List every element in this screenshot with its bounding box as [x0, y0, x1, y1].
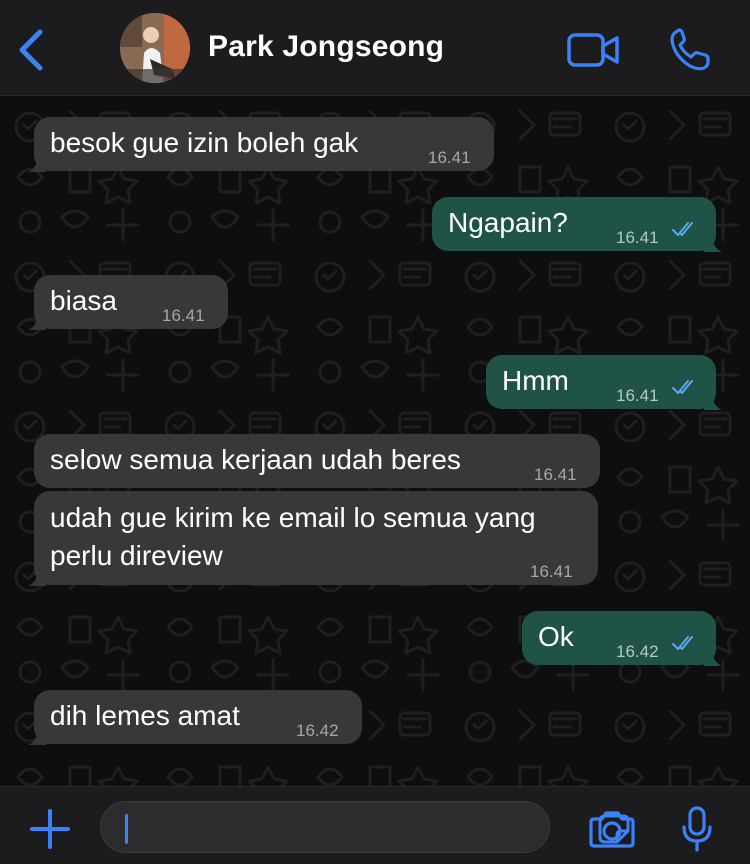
message-bubble-outgoing[interactable]: Hmm 16.41 [486, 355, 722, 410]
message-time: 16.41 [530, 562, 573, 581]
chevron-left-icon [19, 29, 43, 71]
message-text: Ok [538, 621, 574, 652]
message-bubble-incoming[interactable]: selow semua kerjaan udah beres 16.41 [34, 434, 600, 488]
message-time: 16.41 [616, 386, 659, 405]
message-text: udah gue kirim ke email lo semua yang [50, 502, 536, 533]
attach-button[interactable] [28, 807, 72, 851]
message-composer [0, 786, 750, 864]
bubble-tail [28, 727, 46, 745]
bubble-tail [704, 234, 722, 252]
bubble-tail [704, 648, 722, 666]
message-time: 16.41 [616, 228, 659, 247]
voice-call-button[interactable] [668, 28, 714, 72]
bubble-tail [28, 154, 46, 172]
message-text: perlu direview [50, 540, 223, 571]
video-call-button[interactable] [566, 30, 622, 70]
message-bubble-outgoing[interactable]: Ok 16.42 [522, 611, 722, 666]
message-bubble-incoming[interactable]: udah gue kirim ke email lo semua yang pe… [28, 491, 598, 586]
camera-icon [589, 811, 635, 848]
message-text: Hmm [502, 365, 569, 396]
chat-header: Park Jongseong [0, 0, 750, 96]
message-text: selow semua kerjaan udah beres [50, 444, 461, 475]
message-text: besok gue izin boleh gak [50, 127, 359, 158]
message-time: 16.41 [162, 306, 205, 325]
back-button[interactable] [14, 28, 50, 72]
double-check-icon [672, 636, 693, 650]
camera-button[interactable] [588, 809, 636, 849]
message-time: 16.42 [296, 721, 339, 740]
bubble-tail [28, 568, 46, 586]
double-check-icon [672, 380, 693, 394]
message-time: 16.42 [616, 642, 659, 661]
avatar-photo [120, 13, 190, 83]
message-input[interactable] [100, 801, 630, 853]
message-list[interactable]: besok gue izin boleh gak 16.41 Ngapain? … [0, 97, 750, 786]
message-text: dih lemes amat [50, 700, 240, 731]
message-text: biasa [50, 285, 117, 316]
message-text: Ngapain? [448, 207, 568, 238]
message-time: 16.41 [428, 148, 471, 167]
text-cursor [125, 814, 128, 844]
plus-icon [30, 809, 70, 849]
message-bubble-incoming[interactable]: biasa 16.41 [28, 275, 228, 330]
voice-message-button[interactable] [680, 805, 714, 853]
message-bubble-incoming[interactable]: besok gue izin boleh gak 16.41 [28, 117, 494, 172]
bubble-tail [28, 312, 46, 330]
bubble-tail [704, 392, 722, 410]
microphone-icon [682, 806, 712, 852]
double-check-icon [672, 222, 693, 236]
message-bubble-outgoing[interactable]: Ngapain? 16.41 [432, 197, 722, 252]
contact-name[interactable]: Park Jongseong [208, 30, 444, 64]
message-time: 16.41 [534, 465, 577, 484]
video-camera-icon [567, 33, 619, 67]
message-bubble-incoming[interactable]: dih lemes amat 16.42 [28, 690, 362, 745]
avatar[interactable] [120, 13, 190, 83]
phone-icon [670, 28, 710, 71]
